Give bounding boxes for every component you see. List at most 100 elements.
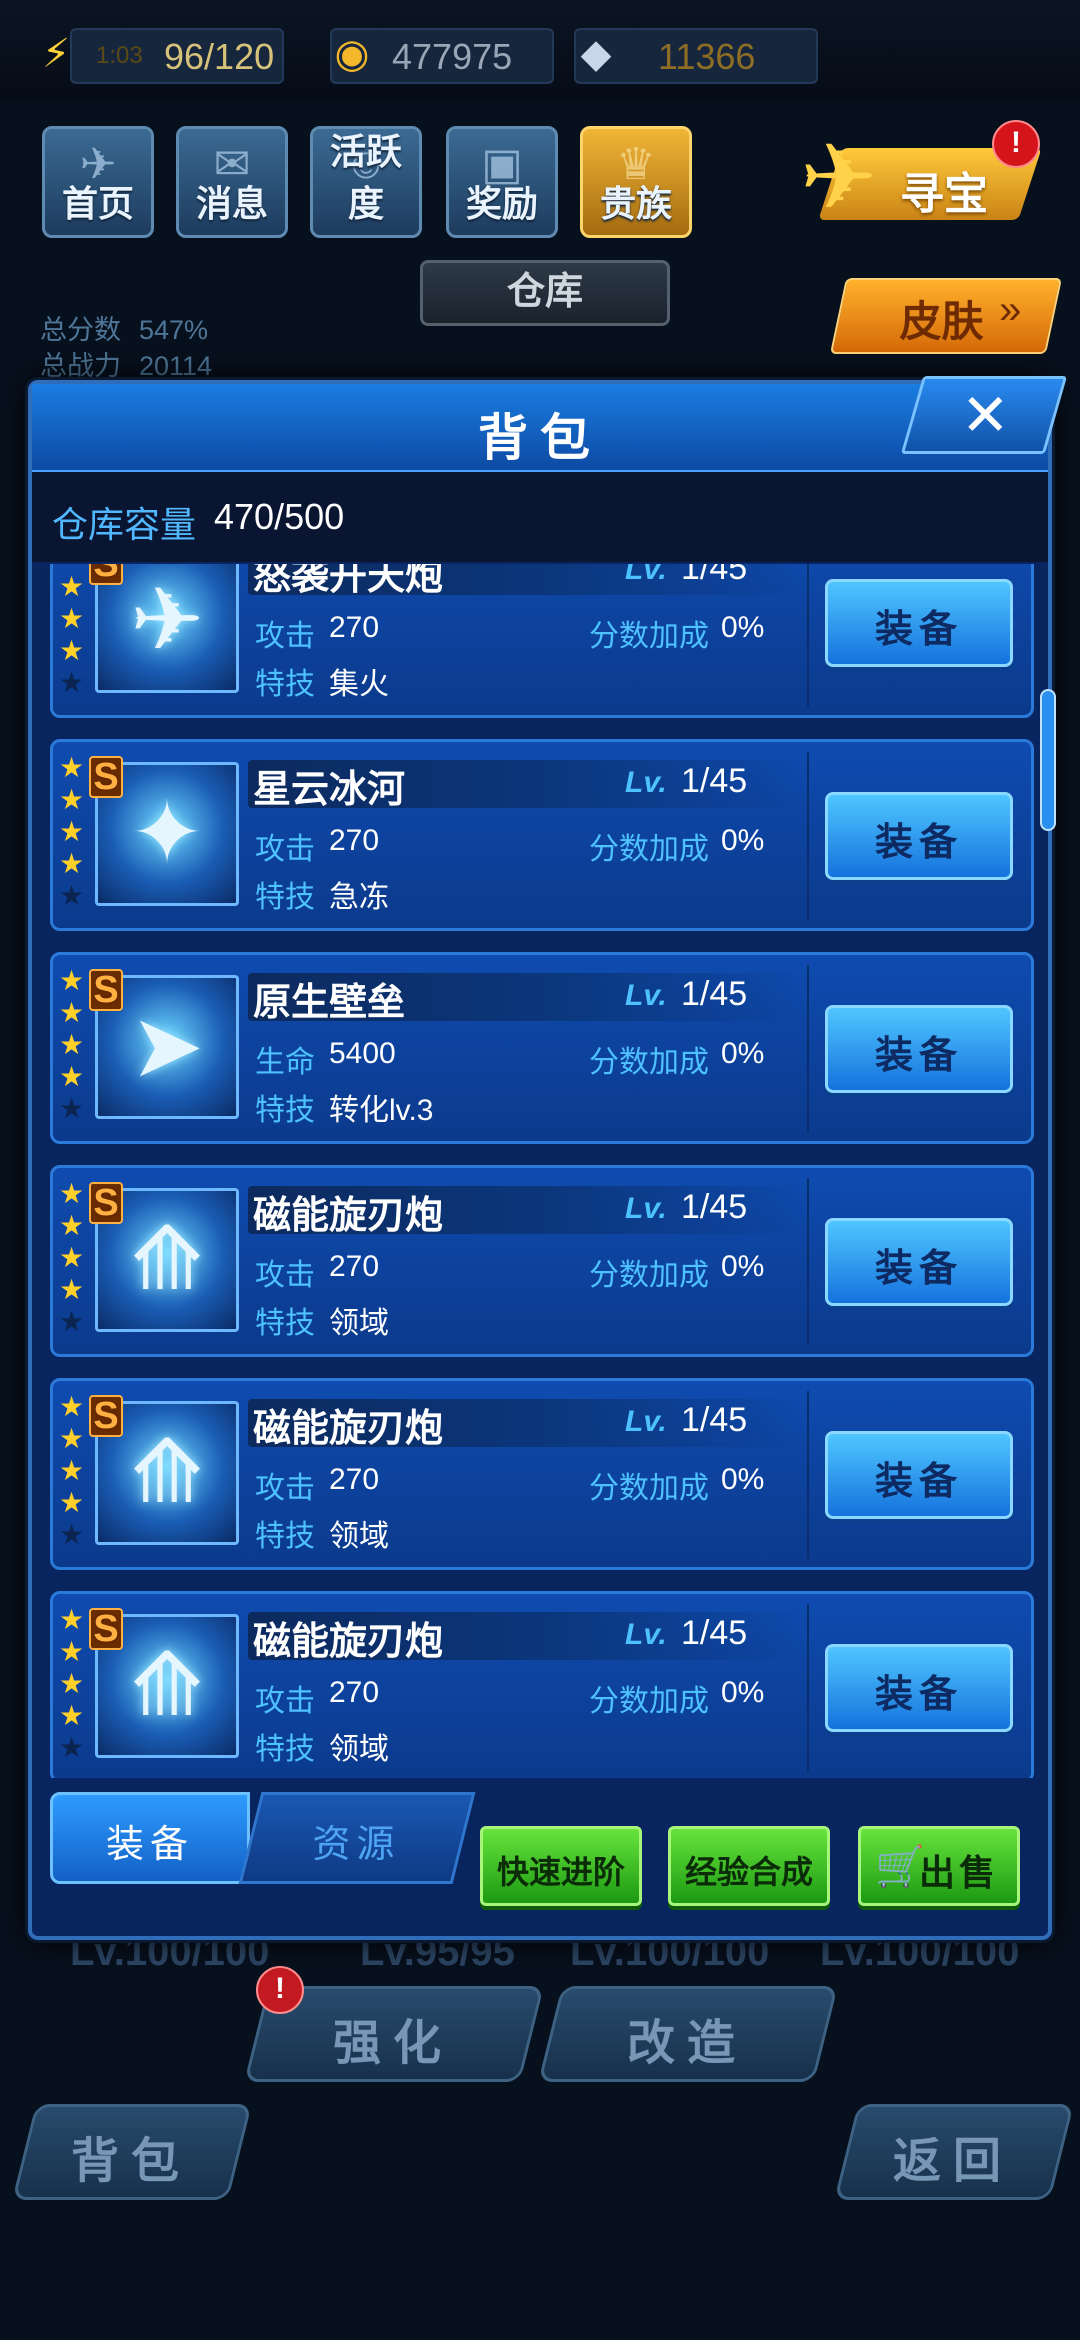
close-button[interactable]: ✕ — [900, 376, 1068, 454]
item-card[interactable]: ★ ★ ★ ★ ★ ⟰ S 磁能旋刃炮 Lv. 1/45 攻击 270 分数加成 0% 特技 领域 装备 — [50, 1378, 1034, 1570]
lightning-icon: ⚡ — [41, 32, 71, 76]
warehouse-tab[interactable]: 仓库 — [420, 260, 670, 326]
skin-button[interactable]: 皮肤 » — [829, 278, 1063, 354]
star-rating: ★★★★★ — [59, 752, 89, 912]
gold-display[interactable]: ◉ 477975 — [330, 28, 554, 84]
score-bonus-label: 分数加成 — [589, 620, 709, 653]
tab-resource-label: 资源 — [312, 1824, 401, 1866]
nav-activity[interactable]: ☺ 活跃度 — [310, 126, 422, 238]
star-icon: ★ — [59, 1306, 85, 1337]
nav-noble[interactable]: ♛ 贵族 — [580, 126, 692, 238]
item-card[interactable]: ★ ★ ★ ★ ★ ⟰ S 磁能旋刃炮 Lv. 1/45 攻击 270 分数加成 0% 特技 领域 装备 — [50, 1165, 1034, 1357]
score-bonus-value: 0% — [721, 1463, 765, 1496]
nav-home[interactable]: ✈ 首页 — [42, 126, 154, 238]
equip-label: 装备 — [874, 609, 963, 651]
nav-rewards-label: 奖励 — [465, 183, 538, 224]
card-divider — [807, 1178, 809, 1346]
modify-label: 改造 — [626, 2017, 748, 2070]
star-icon: ★ — [59, 1668, 85, 1699]
score-bonus-label: 分数加成 — [589, 1685, 709, 1718]
star-icon: ★ — [59, 635, 85, 666]
rank-badge: S — [89, 1608, 123, 1650]
rank-badge: S — [89, 756, 123, 798]
level-label: Lv. — [625, 766, 667, 799]
star-icon: ★ — [59, 1636, 85, 1667]
score-bonus-value: 0% — [721, 611, 765, 644]
total-score-label: 总分数 — [40, 315, 121, 345]
item-card[interactable]: ★ ★ ★ ★ ★ ⟰ S 磁能旋刃炮 Lv. 1/45 攻击 270 分数加成 0% 特技 领域 装备 — [50, 1591, 1034, 1778]
energy-display[interactable]: ⚡ 1:03 96/120 — [42, 28, 284, 84]
tab-resource[interactable]: 资源 — [238, 1792, 476, 1884]
item-list[interactable]: ★★★★★✈S怒袭开天炮Lv.1/45攻击270分数加成0%特技集火装备★★★★… — [32, 564, 1048, 1778]
level-value: 1/45 — [681, 1188, 748, 1226]
backpack-label: 背包 — [70, 2135, 192, 2188]
equip-button[interactable]: 装备 — [825, 579, 1013, 667]
double-chevron-right-icon: » — [999, 288, 1022, 332]
attribute-label: 攻击 — [255, 620, 315, 653]
star-icon: ★ — [59, 1391, 85, 1422]
star-icon: ★ — [59, 1455, 85, 1486]
tab-equip[interactable]: 装备 — [50, 1792, 250, 1884]
level-value: 1/45 — [681, 1401, 748, 1439]
level-value: 1/45 — [681, 762, 748, 800]
equip-button[interactable]: 装备 — [825, 1644, 1013, 1732]
treasure-hunt-button[interactable]: ✈ 寻宝 ! — [790, 120, 1042, 229]
quick-advance-label: 快速进阶 — [496, 1854, 625, 1890]
total-power: 总战力 20114 — [40, 344, 212, 383]
star-icon: ★ — [59, 667, 85, 698]
skin-label: 皮肤 — [899, 298, 984, 345]
item-card[interactable]: ★ ★ ★ ★ ★ ➤ S 原生壁垒 Lv. 1/45 生命 5400 分数加成 0% 特技 转化lv.3 装备 — [50, 952, 1034, 1144]
backpack-button[interactable]: 背包 — [12, 2104, 252, 2200]
sell-button[interactable]: 🛒 出售 — [858, 1826, 1020, 1906]
diamond-display[interactable]: ◆ 11366 — [574, 28, 818, 84]
equip-label: 装备 — [874, 1248, 963, 1290]
back-button[interactable]: 返回 — [834, 2104, 1074, 2200]
score-bonus-value: 0% — [721, 824, 765, 857]
energy-value: 96/120 — [164, 36, 275, 77]
total-score: 总分数 547% — [40, 308, 208, 347]
star-icon: ★ — [59, 1210, 85, 1241]
level-label: Lv. — [625, 1192, 667, 1225]
score-bonus-label: 分数加成 — [589, 833, 709, 866]
scrollbar[interactable] — [1040, 689, 1056, 831]
exp-synth-button[interactable]: 经验合成 — [668, 1826, 830, 1906]
skill-label: 特技 — [255, 1307, 315, 1340]
backpack-modal: 背包 ✕ 仓库容量 470/500 ★★★★★✈S怒袭开天炮Lv.1/45攻击2… — [28, 376, 1068, 1940]
item-name: 磁能旋刃炮 — [253, 1621, 444, 1663]
total-score-value: 547% — [139, 315, 209, 345]
star-rating: ★★★★★ — [59, 1391, 89, 1551]
item-card[interactable]: ★ ★ ★ ★ ★ ✦ S 星云冰河 Lv. 1/45 攻击 270 分数加成 0% 特技 急冻 装备 — [50, 739, 1034, 931]
item-card[interactable]: ★★★★★✈S怒袭开天炮Lv.1/45攻击270分数加成0%特技集火装备 — [50, 564, 1034, 718]
treasure-fighter-icon: ✈ — [800, 127, 878, 229]
star-icon: ★ — [59, 1061, 85, 1092]
diamond-icon: ◆ — [580, 32, 612, 76]
gold-coin-icon: ◉ — [334, 32, 370, 76]
score-bonus-label: 分数加成 — [589, 1259, 709, 1292]
energy-timer: 1:03 — [96, 42, 143, 69]
nav-rewards[interactable]: ▣ 奖励 — [446, 126, 558, 238]
attribute-value: 270 — [329, 1676, 380, 1709]
item-name: 磁能旋刃炮 — [253, 1195, 444, 1237]
equip-button[interactable]: 装备 — [825, 1218, 1013, 1306]
quick-advance-button[interactable]: 快速进阶 — [480, 1826, 642, 1906]
nav-messages[interactable]: ✉ 消息 — [176, 126, 288, 238]
skill-label: 特技 — [255, 1733, 315, 1766]
rank-badge: S — [89, 1395, 123, 1437]
star-icon: ★ — [59, 752, 85, 783]
card-divider — [807, 564, 809, 707]
nav-home-label: 首页 — [61, 183, 134, 224]
equip-button[interactable]: 装备 — [825, 1005, 1013, 1093]
skill-value: 转化lv.3 — [329, 1094, 434, 1127]
star-icon: ★ — [59, 965, 85, 996]
skill-value: 领域 — [329, 1307, 389, 1340]
skill-value: 领域 — [329, 1520, 389, 1553]
warehouse-label: 仓库 — [506, 271, 583, 313]
level-value: 1/45 — [681, 975, 748, 1013]
modify-button[interactable]: 改造 — [538, 1986, 838, 2082]
equip-button[interactable]: 装备 — [825, 792, 1013, 880]
sell-label: 出售 — [918, 1852, 999, 1893]
star-rating: ★★★★★ — [59, 1604, 89, 1764]
skill-label: 特技 — [255, 1520, 315, 1553]
capacity-bar: 仓库容量 470/500 — [32, 472, 1048, 562]
equip-button[interactable]: 装备 — [825, 1431, 1013, 1519]
